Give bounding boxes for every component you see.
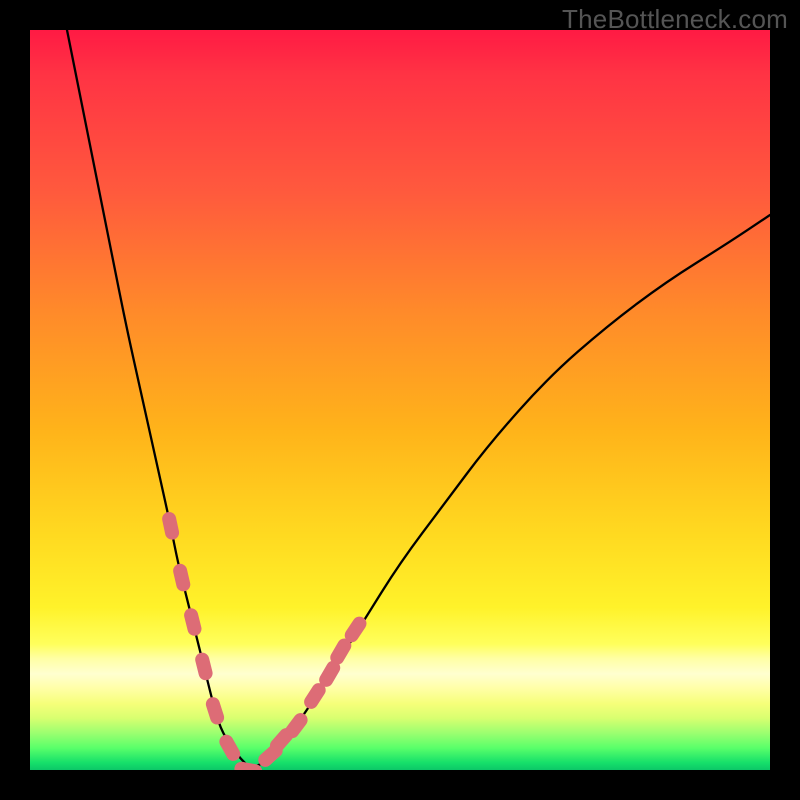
chart-frame: TheBottleneck.com xyxy=(0,0,800,800)
plot-area xyxy=(30,30,770,770)
curve-marker xyxy=(194,651,214,682)
curve-marker xyxy=(183,607,203,638)
curve-layer xyxy=(30,30,770,770)
curve-marker xyxy=(161,511,181,541)
curve-marker xyxy=(172,562,192,592)
curve-marker xyxy=(217,732,243,763)
bottleneck-curve xyxy=(67,30,770,766)
curve-marker xyxy=(204,695,226,726)
curve-markers xyxy=(161,511,369,770)
